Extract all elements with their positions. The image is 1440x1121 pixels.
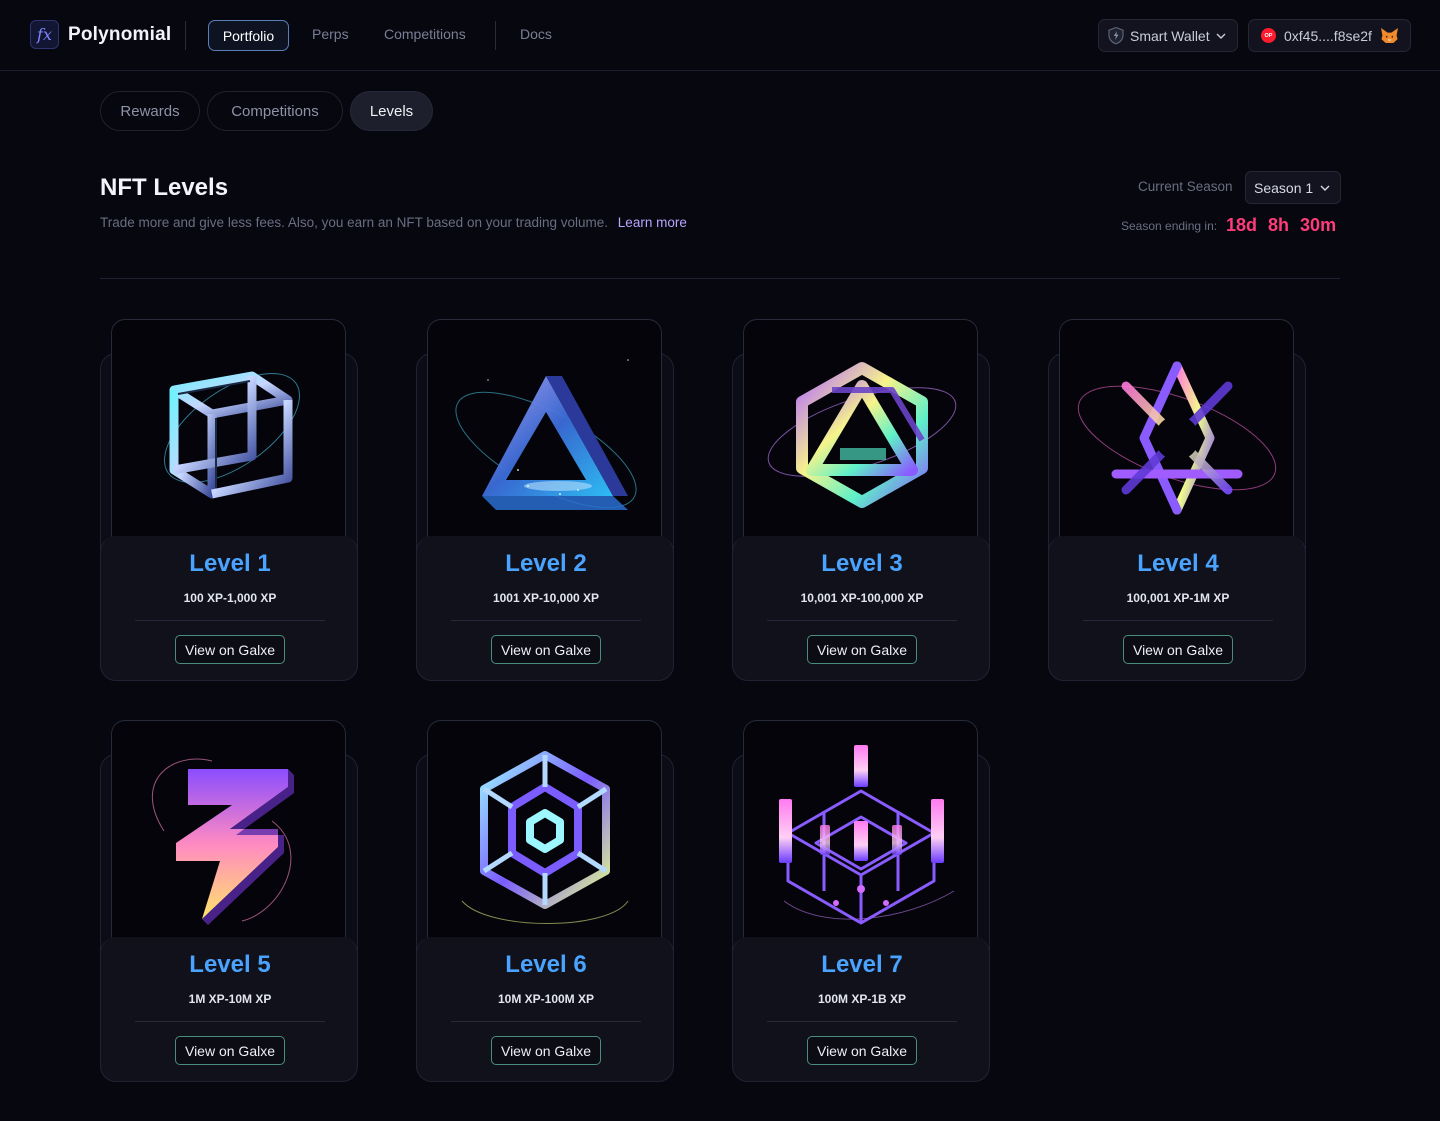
crystal-lattice-art <box>779 745 955 925</box>
card-divider <box>767 1021 957 1022</box>
section-divider <box>100 278 1340 279</box>
view-on-galxe-button[interactable]: View on Galxe <box>175 635 285 664</box>
level-card: Level 1 100 XP-1,000 XP View on Galxe <box>100 319 358 681</box>
level-card: Level 7 100M XP-1B XP View on Galxe <box>732 720 990 1082</box>
level-xp-range: 100 XP-1,000 XP <box>183 591 277 605</box>
card-divider <box>451 1021 641 1022</box>
card-divider <box>135 620 325 621</box>
impossible-cube-art <box>163 371 301 499</box>
level-nft-image <box>111 319 346 549</box>
page-title: NFT Levels <box>100 174 229 201</box>
lightning-bolt-art <box>151 758 294 925</box>
level-card: Level 5 1M XP-10M XP View on Galxe <box>100 720 358 1082</box>
level-xp-range: 1001 XP-10,000 XP <box>492 591 600 605</box>
description-text: Trade more and give less fees. Also, you… <box>100 215 609 230</box>
tab-levels[interactable]: Levels <box>350 91 433 131</box>
nav-competitions[interactable]: Competitions <box>384 26 466 42</box>
level-title: Level 1 <box>189 550 271 577</box>
chevron-down-icon <box>1216 33 1226 39</box>
view-on-galxe-button[interactable]: View on Galxe <box>491 1036 601 1065</box>
penrose-triangle-art <box>455 359 637 510</box>
tab-competitions[interactable]: Competitions <box>207 91 343 131</box>
metamask-fox-icon <box>1380 27 1398 44</box>
card-divider <box>1083 620 1273 621</box>
card-divider <box>451 620 641 621</box>
level-nft-image <box>427 319 662 549</box>
level-nft-image <box>743 319 978 549</box>
level-title: Level 7 <box>821 951 903 978</box>
account-button[interactable]: OP 0xf45....f8se2f <box>1248 19 1411 52</box>
nav-docs[interactable]: Docs <box>520 26 552 42</box>
level-title: Level 5 <box>189 951 271 978</box>
wallet-address: 0xf45....f8se2f <box>1284 27 1372 44</box>
page-description: Trade more and give less fees. Also, you… <box>100 215 687 230</box>
view-on-galxe-button[interactable]: View on Galxe <box>807 635 917 664</box>
learn-more-link[interactable]: Learn more <box>618 215 687 230</box>
level-xp-range: 1M XP-10M XP <box>188 992 272 1006</box>
level-title: Level 2 <box>505 550 587 577</box>
level-nft-image <box>743 720 978 950</box>
chevron-down-icon <box>1320 185 1330 191</box>
season-select[interactable]: Season 1 <box>1245 171 1341 204</box>
app-name: Polynomial <box>68 23 172 45</box>
card-body: Level 3 10,001 XP-100,000 XP View on Gal… <box>732 536 990 681</box>
card-body: Level 4 100,001 XP-1M XP View on Galxe <box>1048 536 1306 681</box>
view-on-galxe-button[interactable]: View on Galxe <box>175 1036 285 1065</box>
star-weave-art <box>1077 361 1277 515</box>
tab-rewards[interactable]: Rewards <box>100 91 200 131</box>
level-title: Level 4 <box>1137 550 1219 577</box>
smart-wallet-button[interactable]: Smart Wallet <box>1098 19 1238 52</box>
level-xp-range: 10,001 XP-100,000 XP <box>800 591 924 605</box>
countdown-days: 18d <box>1226 215 1258 235</box>
card-body: Level 1 100 XP-1,000 XP View on Galxe <box>100 536 358 681</box>
level-title: Level 6 <box>505 951 587 978</box>
level-nft-image <box>111 720 346 950</box>
season-selected-value: Season 1 <box>1254 179 1314 196</box>
level-xp-range: 100M XP-1B XP <box>817 992 907 1006</box>
card-body: Level 2 1001 XP-10,000 XP View on Galxe <box>416 536 674 681</box>
season-ending-label: Season ending in: <box>1121 219 1218 233</box>
level-nft-image <box>427 720 662 950</box>
smart-wallet-label: Smart Wallet <box>1130 27 1210 44</box>
nav-perps[interactable]: Perps <box>312 26 349 42</box>
season-countdown: 18d 8h 30m <box>1226 215 1336 236</box>
card-body: Level 7 100M XP-1B XP View on Galxe <box>732 937 990 1082</box>
interlocked-hexagon-art <box>767 362 957 508</box>
nav-portfolio[interactable]: Portfolio <box>208 20 289 51</box>
view-on-galxe-button[interactable]: View on Galxe <box>1123 635 1233 664</box>
polynomial-logo-icon: fx <box>30 20 59 49</box>
top-navbar: fx Polynomial Portfolio Perps Competitio… <box>0 0 1440 71</box>
current-season-label: Current Season <box>1138 179 1233 194</box>
countdown-hours: 8h <box>1268 215 1290 235</box>
level-xp-range: 10M XP-100M XP <box>497 992 595 1006</box>
view-on-galxe-button[interactable]: View on Galxe <box>807 1036 917 1065</box>
card-body: Level 6 10M XP-100M XP View on Galxe <box>416 937 674 1082</box>
level-card: Level 6 10M XP-100M XP View on Galxe <box>416 720 674 1082</box>
nav-divider <box>495 21 496 50</box>
shield-icon <box>1108 26 1124 45</box>
level-xp-range: 100,001 XP-1M XP <box>1126 591 1230 605</box>
card-body: Level 5 1M XP-10M XP View on Galxe <box>100 937 358 1082</box>
level-title: Level 3 <box>821 550 903 577</box>
hex-maze-art <box>461 751 629 924</box>
level-nft-image <box>1059 319 1294 549</box>
app-logo[interactable]: fx Polynomial <box>30 20 171 49</box>
countdown-minutes: 30m <box>1300 215 1337 235</box>
level-card: Level 2 1001 XP-10,000 XP View on Galxe <box>416 319 674 681</box>
nav-divider <box>185 21 186 50</box>
level-card: Level 3 10,001 XP-100,000 XP View on Gal… <box>732 319 990 681</box>
card-divider <box>767 620 957 621</box>
level-card: Level 4 100,001 XP-1M XP View on Galxe <box>1048 319 1306 681</box>
view-on-galxe-button[interactable]: View on Galxe <box>491 635 601 664</box>
card-divider <box>135 1021 325 1022</box>
optimism-network-icon: OP <box>1261 28 1276 43</box>
